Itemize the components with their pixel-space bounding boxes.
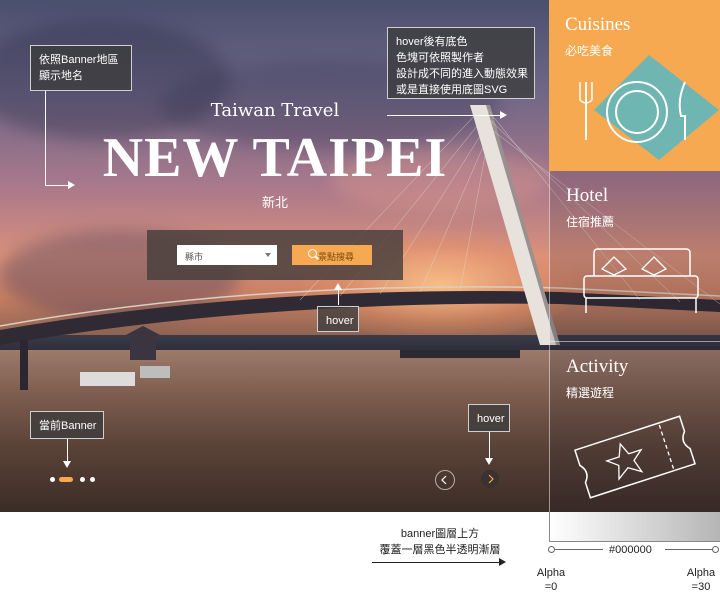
ticket-icon xyxy=(574,415,696,499)
annotation-hover-nav: hover xyxy=(468,404,510,432)
category-subtitle: 精選遊程 xyxy=(566,386,615,400)
annotation-current-banner: 當前Banner xyxy=(30,411,104,439)
hero-title-zh: 新北 xyxy=(261,195,288,210)
annotation-arrow xyxy=(489,432,490,458)
arrow-head-icon xyxy=(485,458,493,465)
category-title: Hotel xyxy=(566,185,609,206)
scale-line xyxy=(555,549,603,550)
arrow-head-icon xyxy=(500,111,507,119)
scale-point xyxy=(548,546,555,553)
gradient-swatch xyxy=(549,512,720,542)
category-activity[interactable]: Activity 精選遊程 xyxy=(549,342,720,512)
chevron-left-icon xyxy=(441,475,447,485)
annotation-hover-search: hover xyxy=(317,306,359,332)
pagination-dot[interactable] xyxy=(50,477,55,482)
category-title: Activity xyxy=(566,356,629,377)
category-cuisines[interactable]: Cuisines 必吃美食 xyxy=(549,0,720,171)
dining-icon xyxy=(579,55,719,160)
annotation-arrow xyxy=(67,439,68,461)
category-title: Cuisines xyxy=(565,14,631,35)
alpha-end-label: Alpha =30 xyxy=(686,567,716,593)
scale-point xyxy=(712,546,719,553)
arrow-head-icon xyxy=(499,558,506,566)
annotation-banner-location: 依照Banner地區 顯示地名 xyxy=(30,45,132,91)
search-icon xyxy=(308,249,317,258)
pagination-dot[interactable] xyxy=(90,477,95,482)
annotation-arrow xyxy=(338,289,339,305)
prev-button[interactable] xyxy=(435,470,455,490)
bed-icon xyxy=(583,248,699,313)
search-button-label: 景點搜尋 xyxy=(318,252,355,262)
scale-line xyxy=(665,549,713,550)
hero-title: NEW TAIPEI xyxy=(102,127,448,189)
search-button[interactable]: 景點搜尋 xyxy=(292,245,372,265)
color-label: #000000 xyxy=(609,544,652,556)
pagination-dot-active[interactable] xyxy=(59,477,73,482)
hero-subtitle: Taiwan Travel xyxy=(210,100,340,121)
search-bar: 縣市 景點搜尋 xyxy=(147,230,403,280)
category-hotel[interactable]: Hotel 住宿推薦 xyxy=(549,171,720,342)
caret-down-icon xyxy=(265,253,271,257)
overlay-note: banner圖層上方 覆蓋一層黑色半透明漸層 xyxy=(379,528,501,556)
city-select[interactable]: 縣市 xyxy=(177,245,277,265)
city-select-value: 縣市 xyxy=(185,252,204,262)
annotation-arrow xyxy=(45,91,46,186)
annotation-arrow xyxy=(372,562,500,563)
next-button[interactable] xyxy=(481,470,499,488)
category-subtitle: 住宿推薦 xyxy=(566,215,615,229)
alpha-start-label: Alpha =0 xyxy=(536,567,566,593)
annotation-hover-bg: hover後有底色 色塊可依照製作者 設計成不同的進入動態效果 或是直接使用底圖… xyxy=(387,27,535,99)
chevron-right-icon xyxy=(488,474,494,484)
arrow-head-icon xyxy=(63,461,71,468)
pagination-dot[interactable] xyxy=(80,477,85,482)
